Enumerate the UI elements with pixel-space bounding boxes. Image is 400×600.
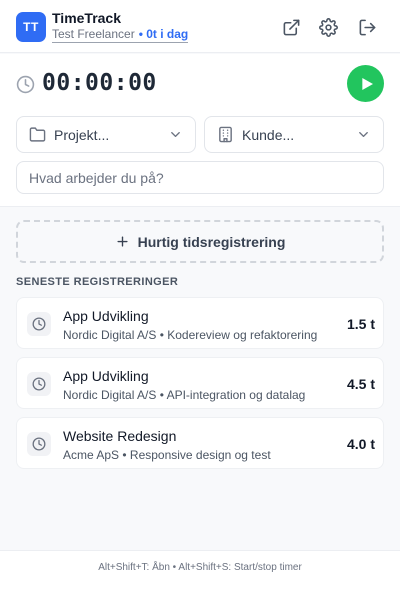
- recent-entries-title: SENESTE REGISTRERINGER: [16, 276, 179, 288]
- settings-button[interactable]: [315, 14, 341, 40]
- play-icon: [362, 77, 373, 90]
- list-item[interactable]: App Udvikling Nordic Digital A/S • Koder…: [16, 297, 384, 349]
- folder-icon: [29, 127, 46, 142]
- gear-icon: [318, 17, 338, 37]
- project-select-label: Projekt...: [54, 126, 110, 143]
- quick-entry-label: Hurtig tidsregistrering: [137, 233, 286, 250]
- customer-select[interactable]: Kunde...: [204, 116, 384, 153]
- chevron-down-icon: [359, 132, 368, 137]
- entry-hours: 4.0 t: [346, 436, 375, 452]
- user-status: Test Freelancer • 0t i dag: [52, 27, 189, 43]
- clock-icon: [32, 377, 46, 391]
- footer: Alt+Shift+T: Åbn • Alt+Shift+S: Start/st…: [0, 550, 400, 600]
- quick-entry-button[interactable]: Hurtig tidsregistrering: [16, 220, 384, 263]
- entry-hours: 4.5 t: [346, 376, 375, 392]
- user-name: Test Freelancer: [52, 27, 135, 41]
- clock-icon: [32, 317, 46, 331]
- entry-icon: [27, 312, 51, 336]
- entry-subtitle: Acme ApS • Responsive design og test: [63, 448, 271, 462]
- entry-title: App Udvikling: [63, 308, 149, 324]
- entry-subtitle: Nordic Digital A/S • Kodereview og refak…: [63, 328, 318, 342]
- open-external-button[interactable]: [278, 14, 304, 40]
- building-icon: [219, 126, 232, 143]
- clock-icon: [16, 75, 35, 94]
- timer-panel: 00:00:00 Projekt... Kunde...: [0, 54, 400, 207]
- entry-icon: [27, 432, 51, 456]
- customer-select-label: Kunde...: [242, 126, 295, 143]
- timer-display: 00:00:00: [42, 70, 157, 96]
- plus-icon: [117, 236, 128, 247]
- entry-title: Website Redesign: [63, 428, 177, 444]
- entry-title: App Udvikling: [63, 368, 149, 384]
- keyboard-shortcuts-hint: Alt+Shift+T: Åbn • Alt+Shift+S: Start/st…: [98, 562, 302, 573]
- chevron-down-icon: [171, 132, 180, 137]
- external-link-icon: [283, 19, 299, 35]
- description-input[interactable]: [16, 161, 384, 194]
- list-item[interactable]: App Udvikling Nordic Digital A/S • API-i…: [16, 357, 384, 409]
- start-timer-button[interactable]: [347, 65, 384, 102]
- today-total: • 0t i dag: [138, 27, 189, 41]
- logout-icon: [359, 19, 375, 35]
- app-title: TimeTrack: [52, 10, 122, 26]
- list-item[interactable]: Website Redesign Acme ApS • Responsive d…: [16, 417, 384, 469]
- app-logo: TT: [16, 12, 46, 42]
- entry-subtitle: Nordic Digital A/S • API-integration og …: [63, 388, 306, 402]
- entry-hours: 1.5 t: [346, 316, 375, 332]
- recent-entries-list: App Udvikling Nordic Digital A/S • Koder…: [16, 297, 384, 477]
- project-select[interactable]: Projekt...: [16, 116, 196, 153]
- logout-button[interactable]: [354, 14, 380, 40]
- entry-icon: [27, 372, 51, 396]
- clock-icon: [32, 437, 46, 451]
- app-header: TT TimeTrack Test Freelancer • 0t i dag: [0, 0, 400, 53]
